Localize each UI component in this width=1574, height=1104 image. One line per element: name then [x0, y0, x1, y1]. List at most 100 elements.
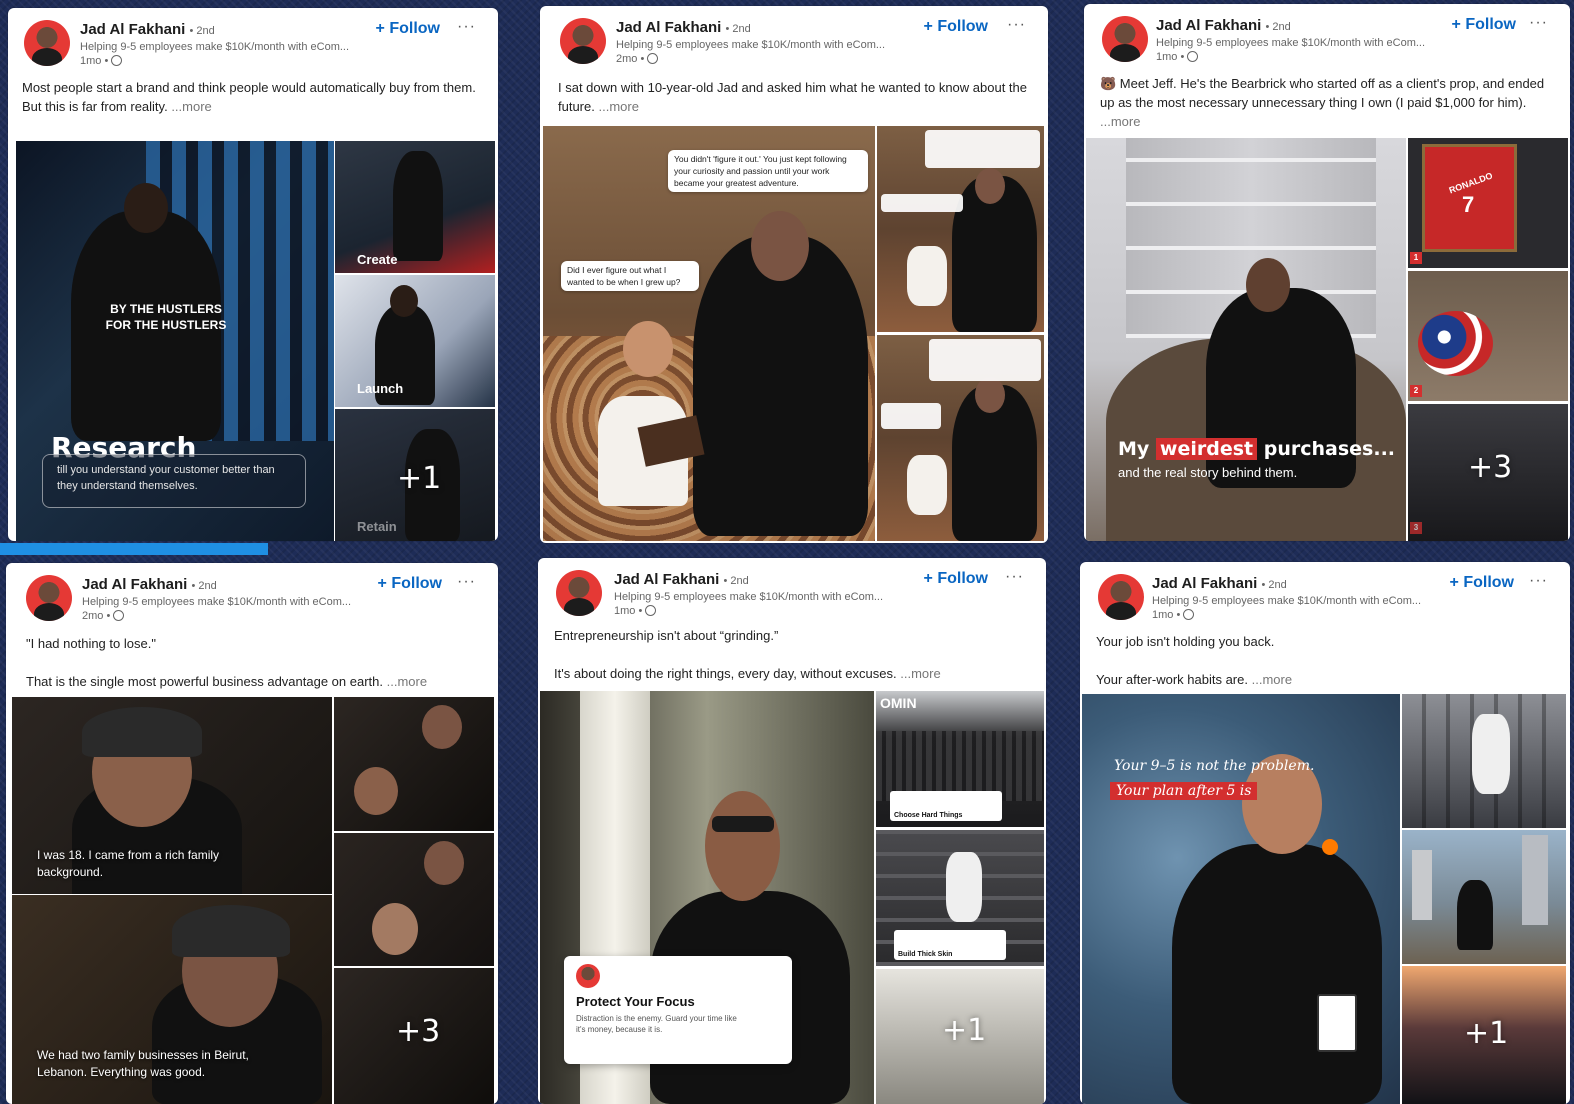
more-options-icon[interactable]: ···	[1529, 572, 1548, 590]
author-headline: Helping 9-5 employees make $10K/month wi…	[80, 41, 350, 53]
media-tile-launch[interactable]: Launch	[335, 275, 495, 407]
author-name[interactable]: Jad Al Fakhani	[616, 19, 721, 36]
see-more-link[interactable]: ...more	[171, 99, 211, 114]
media-main-top[interactable]: I was 18. I came from a rich family back…	[12, 697, 332, 894]
media-caption-box: till you understand your customer better…	[42, 454, 306, 508]
more-options-icon[interactable]: ···	[1005, 568, 1024, 586]
media-tile[interactable]: +1	[1402, 966, 1566, 1104]
see-more-link[interactable]: ...more	[1252, 672, 1292, 687]
post-time: 1mo •	[80, 55, 109, 67]
avatar[interactable]	[556, 570, 602, 616]
post-text: I sat down with 10-year-old Jad and aske…	[558, 80, 1028, 114]
follow-button[interactable]: + Follow	[924, 18, 988, 36]
media-tile[interactable]: +1	[876, 969, 1044, 1104]
media-tile[interactable]	[334, 697, 494, 831]
media-tile-create[interactable]: Create	[335, 141, 495, 273]
media-tile[interactable]	[1402, 694, 1566, 828]
post-time: 2mo •	[616, 53, 645, 65]
tweet-body: Distraction is the enemy. Guard your tim…	[576, 1014, 737, 1034]
media-tile[interactable]: +3	[334, 968, 494, 1104]
author-name[interactable]: Jad Al Fakhani	[80, 21, 185, 38]
media-main[interactable]: Your 9–5 is not the problem. Your plan a…	[1082, 694, 1400, 1104]
post-card-6: Jad Al Fakhani • 2nd Helping 9-5 employe…	[1080, 562, 1570, 1104]
media-tile[interactable]: Build Thick Skin	[876, 830, 1044, 966]
avatar[interactable]	[1102, 16, 1148, 62]
post-header: Jad Al Fakhani • 2nd Helping 9-5 employe…	[6, 563, 498, 625]
avatar[interactable]	[560, 18, 606, 64]
author-name[interactable]: Jad Al Fakhani	[1152, 575, 1257, 592]
follow-button[interactable]: + Follow	[378, 575, 442, 593]
follow-button[interactable]: + Follow	[1450, 574, 1514, 592]
speech-bubble: Did I ever figure out what I wanted to b…	[561, 261, 699, 291]
post-media[interactable]: You didn't 'figure it out.' You just kep…	[540, 126, 1048, 543]
post-meta: 1mo •	[1152, 609, 1195, 621]
post-media[interactable]: My weirdest purchases... and the real st…	[1084, 138, 1570, 541]
more-options-icon[interactable]: ···	[1529, 14, 1548, 32]
media-tile[interactable]	[1402, 830, 1566, 964]
post-meta: 1mo •	[614, 605, 657, 617]
post-header: Jad Al Fakhani • 2nd Helping 9-5 employe…	[538, 558, 1046, 620]
post-header: Jad Al Fakhani • 2nd Helping 9-5 employe…	[1080, 562, 1570, 624]
tile-tag: Choose Hard Things	[894, 812, 963, 819]
media-tile[interactable]: +3 3	[1408, 404, 1568, 541]
post-card-5: Jad Al Fakhani • 2nd Helping 9-5 employe…	[538, 558, 1046, 1104]
media-title-highlight: weirdest	[1155, 438, 1258, 460]
see-more-link[interactable]: ...more	[900, 666, 940, 681]
extra-count: +1	[942, 1013, 987, 1048]
author-headline: Helping 9-5 employees make $10K/month wi…	[1152, 595, 1422, 607]
follow-button[interactable]: + Follow	[376, 20, 440, 38]
more-options-icon[interactable]: ···	[1007, 16, 1026, 34]
post-media[interactable]: Your 9–5 is not the problem. Your plan a…	[1080, 694, 1570, 1104]
banner-text: OMIN	[880, 695, 917, 711]
media-main-bottom[interactable]: We had two family businesses in Beirut, …	[12, 895, 332, 1104]
media-headline-2: Your plan after 5 is	[1110, 782, 1258, 800]
post-text: Entrepreneurship isn't about “grinding.”…	[554, 628, 941, 681]
post-media[interactable]: Protect Your Focus Distraction is the en…	[538, 691, 1046, 1104]
post-card-1: Jad Al Fakhani • 2nd Helping 9-5 employe…	[8, 8, 498, 541]
media-tile-retain[interactable]: +1 Retain	[335, 409, 495, 541]
tweet-card: Protect Your Focus Distraction is the en…	[564, 956, 792, 1064]
avatar[interactable]	[26, 575, 72, 621]
media-tile[interactable]	[334, 833, 494, 966]
author-name[interactable]: Jad Al Fakhani	[614, 571, 719, 588]
extra-count: +3	[396, 1014, 441, 1049]
author-name[interactable]: Jad Al Fakhani	[82, 576, 187, 593]
media-tile[interactable]: RONALDO 7 1	[1408, 138, 1568, 268]
see-more-link[interactable]: ...more	[598, 99, 638, 114]
media-headline-1: Your 9–5 is not the problem.	[1114, 758, 1315, 774]
media-title: My	[1118, 438, 1150, 460]
media-subtitle: and the real story behind them.	[1118, 465, 1298, 480]
post-media[interactable]: BY THE HUSTLERS FOR THE HUSTLERS Researc…	[8, 141, 498, 541]
follow-button[interactable]: + Follow	[924, 570, 988, 588]
media-tile[interactable]	[877, 335, 1044, 541]
connection-degree: • 2nd	[189, 25, 215, 37]
media-main[interactable]: You didn't 'figure it out.' You just kep…	[543, 126, 875, 541]
media-caption: We had two family businesses in Beirut, …	[37, 1048, 249, 1079]
media-tile[interactable]: OMIN Choose Hard Things	[876, 691, 1044, 827]
media-main[interactable]: BY THE HUSTLERS FOR THE HUSTLERS Researc…	[16, 141, 334, 541]
globe-icon	[113, 610, 125, 621]
media-main[interactable]: My weirdest purchases... and the real st…	[1086, 138, 1406, 541]
post-meta: 2mo •	[82, 610, 125, 622]
avatar[interactable]	[1098, 574, 1144, 620]
media-tile[interactable]: 2	[1408, 271, 1568, 401]
more-options-icon[interactable]: ···	[457, 573, 476, 591]
author-headline: Helping 9-5 employees make $10K/month wi…	[82, 596, 352, 608]
rank-tag: 3	[1410, 522, 1422, 534]
post-header: Jad Al Fakhani • 2nd Helping 9-5 employe…	[540, 6, 1048, 68]
see-more-link[interactable]: ...more	[1100, 114, 1140, 129]
see-more-link[interactable]: ...more	[387, 674, 427, 689]
more-options-icon[interactable]: ···	[457, 18, 476, 36]
post-media[interactable]: I was 18. I came from a rich family back…	[6, 697, 498, 1104]
author-name[interactable]: Jad Al Fakhani	[1156, 17, 1261, 34]
extra-count: +1	[397, 461, 442, 496]
follow-button[interactable]: + Follow	[1452, 16, 1516, 34]
author-headline: Helping 9-5 employees make $10K/month wi…	[1156, 37, 1426, 49]
media-tile[interactable]	[877, 126, 1044, 332]
globe-icon	[1183, 609, 1195, 620]
avatar[interactable]	[24, 20, 70, 66]
post-card-3: Jad Al Fakhani • 2nd Helping 9-5 employe…	[1084, 4, 1570, 541]
media-main[interactable]: Protect Your Focus Distraction is the en…	[540, 691, 874, 1104]
accent-strip	[0, 543, 268, 555]
post-header: Jad Al Fakhani • 2nd Helping 9-5 employe…	[8, 8, 498, 70]
